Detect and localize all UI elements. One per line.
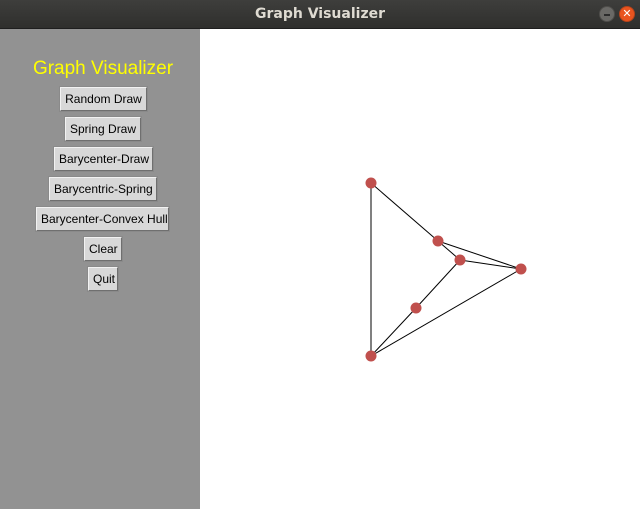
graph-canvas[interactable] (200, 29, 640, 509)
graph-node[interactable] (365, 177, 377, 189)
graph-node[interactable] (410, 302, 422, 314)
graph-nodes (365, 177, 527, 362)
graph-edge (415, 259, 461, 309)
quit-button[interactable]: Quit (88, 267, 118, 291)
sidebar-title: Graph Visualizer (32, 58, 174, 79)
graph-edges (370, 182, 522, 357)
graph-edge (437, 240, 522, 270)
close-icon: ✕ (622, 7, 632, 20)
random-draw-button[interactable]: Random Draw (60, 87, 147, 111)
clear-button[interactable]: Clear (84, 237, 122, 261)
graph-node[interactable] (454, 254, 466, 266)
minimize-button[interactable] (599, 6, 615, 22)
graph-drawing (365, 177, 527, 362)
graph-node[interactable] (432, 235, 444, 247)
window-title: Graph Visualizer (255, 6, 385, 22)
spring-draw-button[interactable]: Spring Draw (65, 117, 141, 141)
graph-edge (459, 259, 522, 270)
graph-node[interactable] (515, 263, 527, 275)
title-bar: Graph Visualizer ✕ (0, 0, 640, 29)
barycentric-spring-button[interactable]: Barycentric-Spring (49, 177, 157, 201)
barycenter-convex-hull-button[interactable]: Barycenter-Convex Hull (36, 207, 169, 231)
graph-edge (370, 268, 522, 357)
graph-edge (370, 307, 417, 357)
close-button[interactable]: ✕ (619, 6, 635, 22)
barycenter-draw-button[interactable]: Barycenter-Draw (54, 147, 153, 171)
graph-edge (370, 182, 439, 242)
graph-node[interactable] (365, 350, 377, 362)
